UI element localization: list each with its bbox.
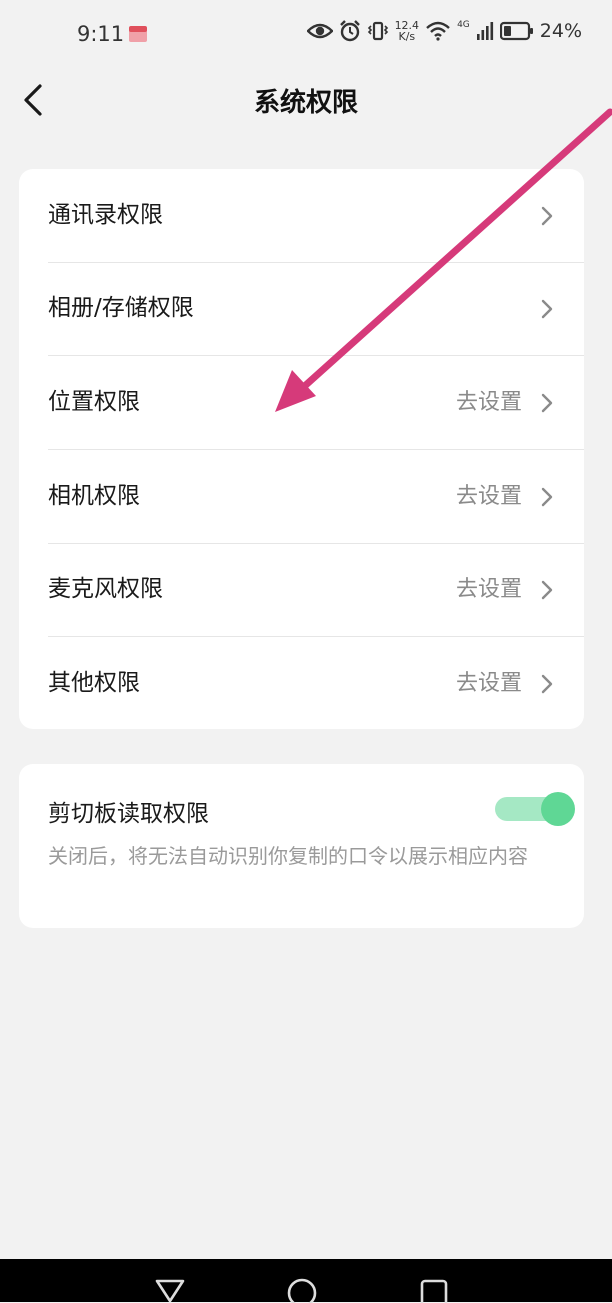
status-bar: 9:11 12.4 K/s 4G 24%: [0, 0, 612, 72]
status-time: 9:11: [77, 22, 125, 46]
permission-item-camera[interactable]: 相机权限 去设置: [19, 450, 584, 543]
vibrate-icon: [367, 21, 388, 41]
chevron-right-icon: [541, 299, 553, 319]
header: 系统权限: [0, 72, 612, 128]
toggle-knob: [541, 792, 575, 826]
permission-label: 其他权限: [48, 670, 140, 696]
clipboard-description: 关闭后，将无法自动识别你复制的口令以展示相应内容: [48, 844, 528, 868]
permission-label: 相册/存储权限: [48, 295, 194, 321]
battery-icon: [499, 21, 533, 41]
chevron-right-icon: [541, 674, 553, 694]
permission-item-location[interactable]: 位置权限 去设置: [19, 356, 584, 449]
permission-action: 去设置: [455, 484, 522, 509]
page-title: 系统权限: [253, 88, 358, 118]
navigation-bar: [0, 1259, 612, 1303]
alarm-icon: [339, 20, 360, 42]
chevron-right-icon: [541, 487, 553, 507]
clipboard-toggle[interactable]: [495, 792, 577, 826]
network-speed: 12.4 K/s: [395, 20, 420, 42]
permission-label: 通讯录权限: [48, 202, 163, 228]
battery-percent: 24%: [539, 20, 582, 42]
permission-action: 去设置: [455, 671, 522, 696]
clipboard-title: 剪切板读取权限: [48, 801, 209, 827]
clipboard-card: 剪切板读取权限 关闭后，将无法自动识别你复制的口令以展示相应内容: [19, 764, 584, 928]
permission-item-contacts[interactable]: 通讯录权限: [19, 169, 584, 262]
network-type: 4G: [457, 20, 470, 30]
permissions-card: 通讯录权限 相册/存储权限 位置权限 去设置 相机权限 去设置 麦克风权限 去设…: [19, 169, 584, 729]
permission-label: 相机权限: [48, 483, 140, 509]
status-icons: 12.4 K/s 4G 24%: [306, 20, 582, 42]
home-circle-icon[interactable]: [285, 1273, 319, 1303]
back-triangle-icon[interactable]: [153, 1273, 187, 1303]
permission-item-other[interactable]: 其他权限 去设置: [19, 637, 584, 730]
chevron-right-icon: [541, 206, 553, 226]
chevron-right-icon: [541, 580, 553, 600]
permission-action: 去设置: [455, 577, 522, 602]
permission-item-storage[interactable]: 相册/存储权限: [19, 262, 584, 355]
signal-icon: [476, 22, 493, 40]
permission-item-microphone[interactable]: 麦克风权限 去设置: [19, 543, 584, 636]
permission-label: 麦克风权限: [48, 576, 163, 602]
eye-icon: [306, 23, 333, 39]
recents-square-icon[interactable]: [417, 1273, 451, 1303]
wifi-icon: [426, 21, 450, 41]
permission-label: 位置权限: [48, 389, 140, 415]
permission-action: 去设置: [455, 390, 522, 415]
network-speed-unit: K/s: [398, 30, 416, 43]
chevron-right-icon: [541, 393, 553, 413]
app-notification-icon: [129, 26, 147, 42]
